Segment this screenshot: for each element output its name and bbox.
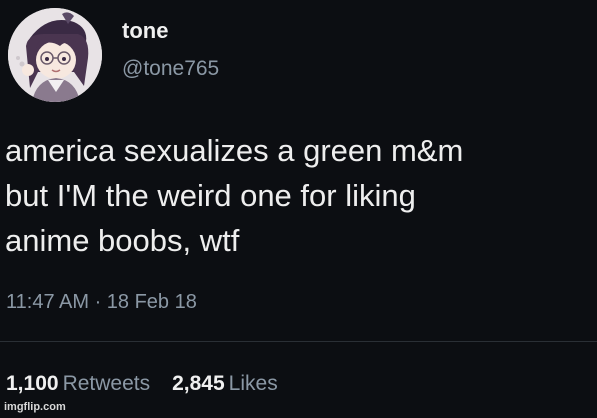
likes-stat[interactable]: 2,845 Likes xyxy=(172,371,278,397)
divider xyxy=(0,341,597,342)
likes-label: Likes xyxy=(228,372,278,395)
avatar-illustration-icon xyxy=(8,8,102,102)
avatar[interactable] xyxy=(8,8,102,102)
user-handle[interactable]: @tone765 xyxy=(122,56,219,82)
retweets-count: 1,100 xyxy=(6,372,59,395)
tweet-text: america sexualizes a green m&m but I'M t… xyxy=(5,133,464,258)
tweet-card: tone @tone765 america sexualizes a green… xyxy=(0,0,597,418)
likes-count: 2,845 xyxy=(172,372,225,395)
watermark: imgflip.com xyxy=(4,401,66,413)
tweet-timestamp[interactable]: 11:47 AM · 18 Feb 18 xyxy=(6,290,197,314)
retweets-label: Retweets xyxy=(62,372,151,395)
display-name[interactable]: tone xyxy=(122,18,168,44)
tweet-stats: 1,100 Retweets 2,845 Likes xyxy=(6,371,300,397)
retweets-stat[interactable]: 1,100 Retweets xyxy=(6,371,150,397)
